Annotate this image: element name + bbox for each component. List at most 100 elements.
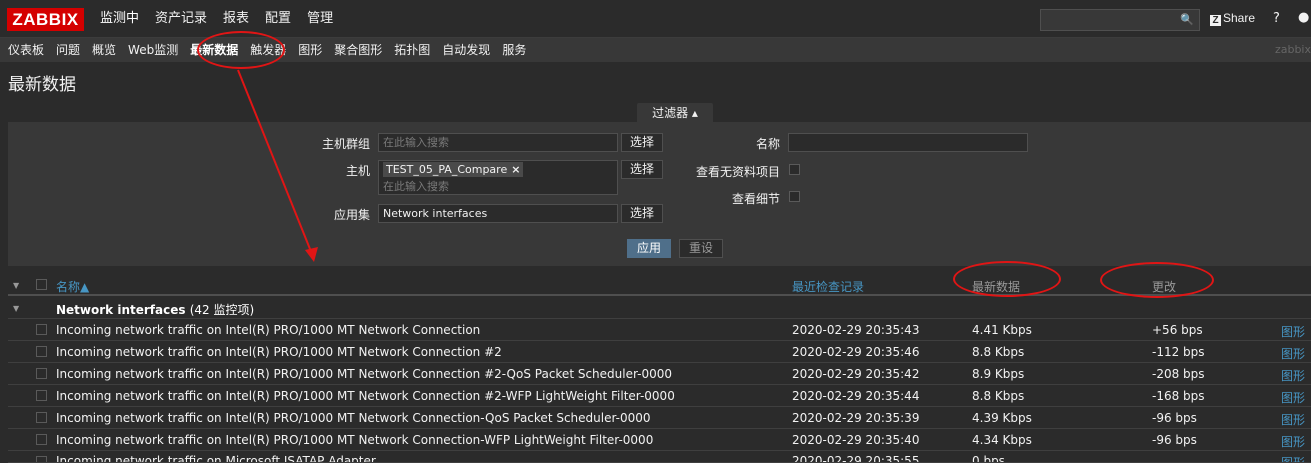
last-check: 2020-02-29 20:35:39 [792,411,920,425]
column-last-value: 最新数据 [972,280,1021,294]
last-check: 2020-02-29 20:35:40 [792,433,920,447]
last-check: 2020-02-29 20:35:44 [792,389,920,403]
submenu-triggers[interactable]: 触发器 [244,38,292,62]
application-select-button[interactable]: 选择 [621,204,663,223]
select-all-checkbox[interactable] [36,279,47,290]
menu-monitoring[interactable]: 监测中 [92,0,147,38]
submenu-dashboard[interactable]: 仪表板 [2,38,50,62]
change-value: +56 bps [1152,323,1203,337]
change-value: -112 bps [1152,345,1205,359]
change-value: -96 bps [1152,433,1197,447]
show-details-checkbox[interactable] [789,191,800,202]
table-row: Incoming network traffic on Intel(R) PRO… [8,385,1311,407]
menu-reports[interactable]: 报表 [215,0,257,38]
graph-link[interactable]: 图形 [1281,323,1305,340]
show-no-data-checkbox[interactable] [789,164,800,175]
table-row: Incoming network traffic on Intel(R) PRO… [8,429,1311,451]
column-name[interactable]: 名称▲ [56,278,89,295]
submenu-overview[interactable]: 概览 [86,38,122,62]
table-header: ▼ 名称▲ 最近检查记录 最新数据 更改 [8,274,1311,296]
host-group-input[interactable]: 在此输入搜索 [378,133,618,152]
reset-button[interactable]: 重设 [679,239,723,258]
last-value: 8.8 Kbps [972,345,1025,359]
item-name: Incoming network traffic on Intel(R) PRO… [56,433,654,447]
search-input[interactable]: 🔍 [1040,9,1200,31]
share-icon: Z [1210,15,1221,26]
row-checkbox[interactable] [36,456,47,462]
group-count: (42 监控项) [189,303,255,317]
item-name: Incoming network traffic on Intel(R) PRO… [56,411,651,425]
row-checkbox[interactable] [36,434,47,445]
show-details-label: 查看细节 [731,192,780,206]
submenu-maps[interactable]: 拓扑图 [388,38,436,62]
last-check: 2020-02-29 20:35:42 [792,367,920,381]
last-value: 4.39 Kbps [972,411,1032,425]
column-last-check[interactable]: 最近检查记录 [792,278,864,295]
submenu-graphs[interactable]: 图形 [292,38,328,62]
submenu-web[interactable]: Web监测 [122,38,184,62]
host-group-placeholder: 在此输入搜索 [383,136,449,149]
host-tag-label: TEST_05_PA_Compare [386,163,508,176]
top-bar: ZABBIX 监测中 资产记录 报表 配置 管理 🔍 Z Share ? ● [0,0,1311,38]
collapse-all-icon[interactable]: ▼ [13,281,19,290]
user-profile-icon[interactable]: ● [1298,10,1309,25]
submenu-services[interactable]: 服务 [496,38,532,62]
graph-link[interactable]: 图形 [1281,433,1305,450]
host-placeholder: 在此输入搜索 [383,180,449,193]
item-name: Incoming network traffic on Intel(R) PRO… [56,367,673,381]
page-title: 最新数据 [8,75,76,95]
application-input[interactable]: Network interfaces [378,204,618,223]
graph-link[interactable]: 图形 [1281,367,1305,384]
menu-administration[interactable]: 管理 [299,0,341,38]
graph-link[interactable]: 图形 [1281,389,1305,406]
change-value: -168 bps [1152,389,1205,403]
remove-tag-icon[interactable]: × [511,163,520,176]
menu-inventory[interactable]: 资产记录 [147,0,215,38]
submenu-discovery[interactable]: 自动发现 [436,38,496,62]
row-checkbox[interactable] [36,324,47,335]
submenu-problems[interactable]: 问题 [50,38,86,62]
main-menu: 监测中 资产记录 报表 配置 管理 [92,0,341,38]
server-name: zabbix [1274,43,1311,56]
apply-button[interactable]: 应用 [627,239,671,258]
search-icon[interactable]: 🔍 [1180,13,1194,26]
name-input[interactable] [788,133,1028,152]
graph-link[interactable]: 图形 [1281,411,1305,428]
table-row: Incoming network traffic on Intel(R) PRO… [8,319,1311,341]
last-value: 4.34 Kbps [972,433,1032,447]
graph-link[interactable]: 图形 [1281,345,1305,362]
share-button[interactable]: Z Share [1210,11,1255,26]
row-checkbox[interactable] [36,346,47,357]
row-checkbox[interactable] [36,412,47,423]
table-row: Incoming network traffic on Intel(R) PRO… [8,363,1311,385]
zabbix-logo[interactable]: ZABBIX [7,8,84,31]
sub-menu: 仪表板 问题 概览 Web监测 最新数据 触发器 图形 聚合图形 拓扑图 自动发… [0,38,1311,62]
sub-menu-bar: 仪表板 问题 概览 Web监测 最新数据 触发器 图形 聚合图形 拓扑图 自动发… [0,38,1311,62]
change-value: -96 bps [1152,411,1197,425]
share-label: Share [1223,11,1256,25]
help-icon[interactable]: ? [1273,11,1280,26]
group-title: Network interfaces [56,303,186,317]
last-check: 2020-02-29 20:35:55 [792,454,920,463]
item-name: Incoming network traffic on Intel(R) PRO… [56,389,675,403]
graph-link[interactable]: 图形 [1281,454,1305,462]
submenu-screens[interactable]: 聚合图形 [328,38,388,62]
item-name: Incoming network traffic on Intel(R) PRO… [56,323,481,337]
change-value: -208 bps [1152,367,1205,381]
row-checkbox[interactable] [36,390,47,401]
host-group-label: 主机群组 [321,137,370,151]
menu-configuration[interactable]: 配置 [257,0,299,38]
host-label: 主机 [345,164,370,178]
host-input[interactable]: TEST_05_PA_Compare × 在此输入搜索 [378,160,618,195]
application-label: 应用集 [333,208,370,222]
submenu-latest-data[interactable]: 最新数据 [184,38,244,62]
item-name: Incoming network traffic on Microsoft IS… [56,454,376,463]
filter-toggle-tab[interactable]: 过滤器 ▴ [637,103,713,123]
host-tag: TEST_05_PA_Compare × [383,162,524,177]
table-row: Incoming network traffic on Microsoft IS… [8,451,1311,463]
last-check: 2020-02-29 20:35:46 [792,345,920,359]
host-group-select-button[interactable]: 选择 [621,133,663,152]
group-row[interactable]: ▼ Network interfaces (42 监控项) [8,297,1311,319]
collapse-group-icon[interactable]: ▼ [13,304,19,313]
row-checkbox[interactable] [36,368,47,379]
